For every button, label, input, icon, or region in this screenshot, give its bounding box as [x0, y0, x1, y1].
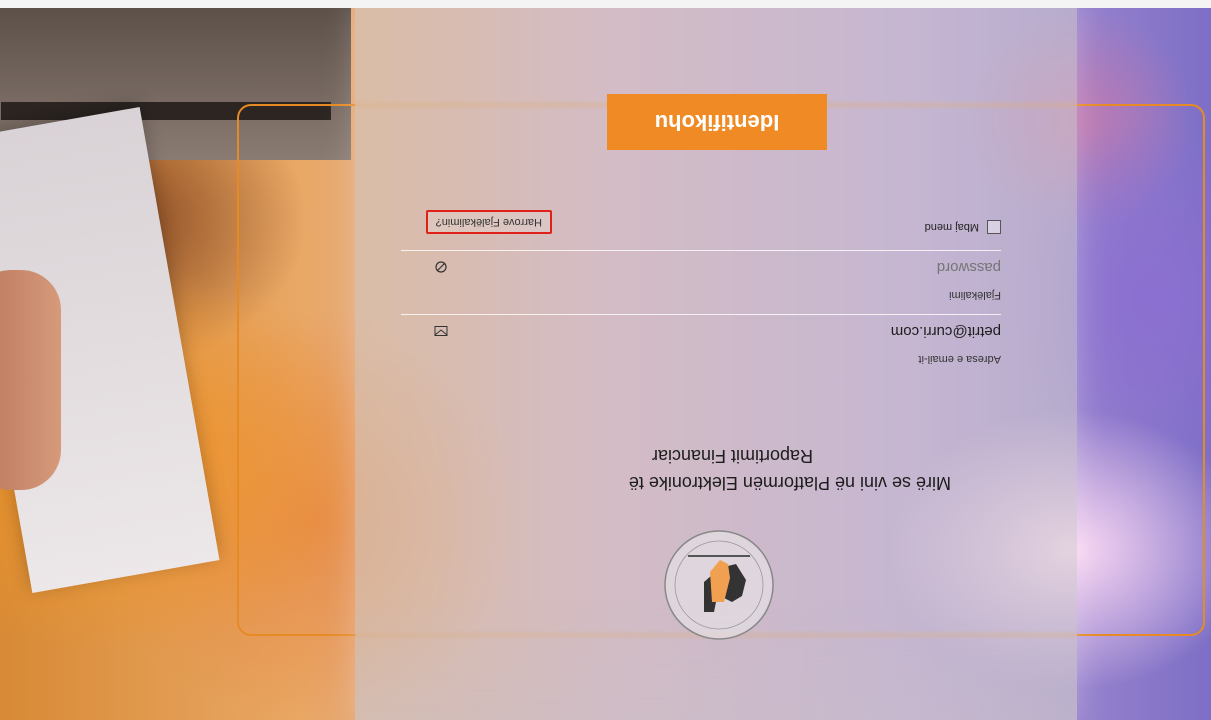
email-label: Adresa e email-it [918, 353, 1001, 365]
remember-checkbox[interactable] [987, 220, 1001, 234]
remember-me[interactable]: Mbaj mend [925, 220, 1001, 234]
welcome-title-line2: Raportimit Financiar [651, 446, 813, 466]
remember-label: Mbaj mend [924, 221, 979, 233]
hand-graphic [0, 270, 61, 490]
password-label: Fjalëkalimi [949, 289, 1001, 301]
eye-slash-icon[interactable] [434, 260, 448, 274]
password-field[interactable] [401, 250, 1001, 284]
emblem-logo [664, 530, 774, 640]
login-button[interactable]: Identifikohu [607, 94, 827, 150]
screen: Mirë se vini në Platformën Elektronike t… [0, 0, 1211, 720]
frame-edge-bottom [0, 0, 1211, 8]
envelope-icon [434, 326, 448, 336]
welcome-title: Mirë se vini në Platformën Elektronike t… [421, 442, 1021, 496]
forgot-password-link[interactable]: Harrove Fjalëkalimin? [425, 210, 552, 234]
welcome-title-line1: Mirë se vini në Platformën Elektronike t… [628, 473, 951, 493]
email-field[interactable] [401, 314, 1001, 348]
